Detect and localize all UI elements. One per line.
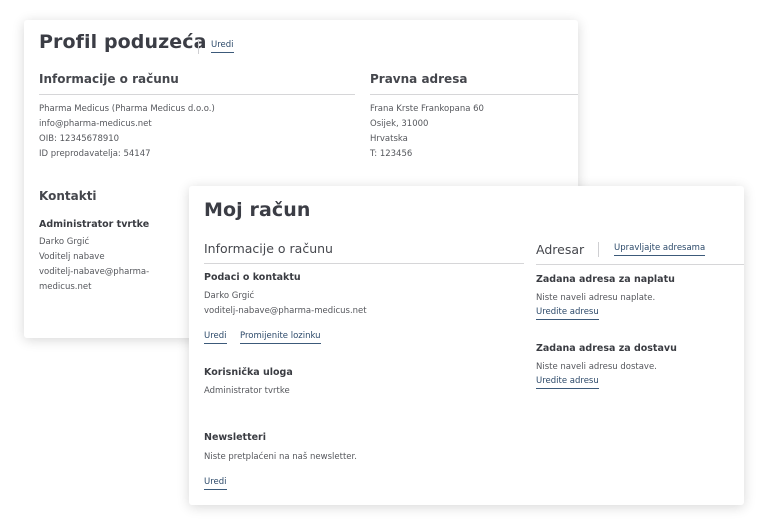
legal-address-city: Osijek, 31000 <box>370 119 429 129</box>
company-account-info-text: Pharma Medicus (Pharma Medicus d.o.o.) i… <box>39 102 215 162</box>
company-profile-title: Profil poduzeća <box>39 31 207 53</box>
contact-details-text: Darko Grgić voditelj-nabave@pharma-medic… <box>204 289 367 319</box>
title-divider <box>198 39 199 54</box>
my-account-title: Moj račun <box>204 199 311 221</box>
account-info-divider <box>39 94 355 95</box>
legal-address-divider <box>370 94 578 95</box>
address-book-heading: Adresar <box>536 242 585 257</box>
legal-address-text: Frana Krste Frankopana 60 Osijek, 31000 … <box>370 102 484 162</box>
newsletter-heading: Newsletteri <box>204 432 266 443</box>
contacts-heading: Kontakti <box>39 189 97 203</box>
company-admin-heading: Administrator tvrtke <box>39 219 150 230</box>
reseller-id: ID preprodavatelja: 54147 <box>39 149 151 159</box>
legal-address-street: Frana Krste Frankopana 60 <box>370 104 484 114</box>
billing-address-heading: Zadana adresa za naplatu <box>536 274 675 285</box>
contact-edit-link[interactable]: Uredi <box>204 331 227 344</box>
shipping-address-text: Niste naveli adresu dostave. <box>536 362 657 372</box>
company-edit-link[interactable]: Uredi <box>211 40 234 53</box>
contact-email: voditelj-nabave@pharma-medicus.net <box>204 306 367 316</box>
admin-name: Darko Grgić <box>39 237 90 247</box>
contact-details-heading: Podaci o kontaktu <box>204 272 301 283</box>
legal-address-heading: Pravna adresa <box>370 72 468 86</box>
change-password-link[interactable]: Promijenite lozinku <box>240 331 321 344</box>
shipping-address-heading: Zadana adresa za dostavu <box>536 343 677 354</box>
admin-role: Voditelj nabave <box>39 252 105 262</box>
address-book-divider-vertical <box>598 242 599 257</box>
company-email: info@pharma-medicus.net <box>39 119 152 129</box>
admin-email-part2: medicus.net <box>39 282 92 292</box>
address-book-divider <box>536 264 744 265</box>
legal-address-country: Hrvatska <box>370 134 408 144</box>
my-account-info-heading: Informacije o računu <box>204 241 333 256</box>
edit-shipping-address-link[interactable]: Uredite adresu <box>536 376 599 389</box>
legal-address-phone: T: 123456 <box>370 149 413 159</box>
my-account-info-divider <box>204 263 524 264</box>
company-account-info-heading: Informacije o računu <box>39 72 179 86</box>
company-oib: OIB: 12345678910 <box>39 134 120 144</box>
newsletter-edit-link[interactable]: Uredi <box>204 477 227 490</box>
edit-billing-address-link[interactable]: Uredite adresu <box>536 307 599 320</box>
admin-email-part1: voditelj-nabave@pharma- <box>39 267 150 277</box>
user-role-heading: Korisnička uloga <box>204 367 293 378</box>
manage-addresses-link[interactable]: Upravljajte adresama <box>614 243 706 256</box>
my-account-card: Moj račun Informacije o računu Podaci o … <box>189 186 744 505</box>
contact-name: Darko Grgić <box>204 291 255 301</box>
company-name: Pharma Medicus (Pharma Medicus d.o.o.) <box>39 104 215 114</box>
company-admin-text: Darko Grgić Voditelj nabave voditelj-nab… <box>39 235 149 295</box>
newsletter-status-text: Niste pretplaćeni na naš newsletter. <box>204 452 357 462</box>
user-role-value: Administrator tvrtke <box>204 386 290 396</box>
billing-address-text: Niste naveli adresu naplate. <box>536 293 656 303</box>
